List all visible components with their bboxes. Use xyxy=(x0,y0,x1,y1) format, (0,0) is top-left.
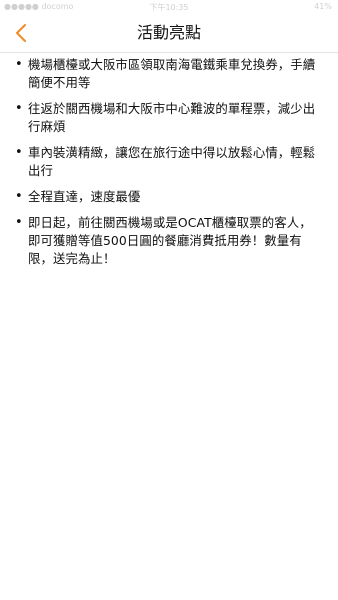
list-item: • 往返於關西機場和大阪市中心難波的單程票，減少出行麻煩 xyxy=(14,100,320,136)
status-bar: ●●●●● docomo 下午10:35 41% xyxy=(0,0,338,14)
list-item: • 即日起，前往關西機場或是OCAT櫃檯取票的客人，即可獲贈等值500日圓的餐廳… xyxy=(14,214,320,268)
list-item: • 機場櫃檯或大阪市區領取南海電鐵乘車兌換券，手續簡便不用等 xyxy=(14,56,320,92)
highlight-text: 即日起，前往關西機場或是OCAT櫃檯取票的客人，即可獲贈等值500日圓的餐廳消費… xyxy=(28,215,312,266)
highlight-text: 車內裝潢精緻，讓您在旅行途中得以放鬆心情，輕鬆出行 xyxy=(28,145,316,178)
list-item: • 車內裝潢精緻，讓您在旅行途中得以放鬆心情，輕鬆出行 xyxy=(14,144,320,180)
highlights-section: • 機場櫃檯或大阪市區領取南海電鐵乘車兌換券，手續簡便不用等 • 往返於關西機場… xyxy=(0,56,338,276)
highlights-list: • 機場櫃檯或大阪市區領取南海電鐵乘車兌換券，手續簡便不用等 • 往返於關西機場… xyxy=(0,56,338,268)
highlight-text: 往返於關西機場和大阪市中心難波的單程票，減少出行麻煩 xyxy=(28,101,316,134)
highlight-text: 機場櫃檯或大阪市區領取南海電鐵乘車兌換券，手續簡便不用等 xyxy=(28,57,316,90)
list-item: • 全程直達，速度最優 xyxy=(14,188,320,206)
bullet-dot: • xyxy=(15,189,23,204)
bullet-dot: • xyxy=(15,145,23,160)
page-title: 活動亮點 xyxy=(136,23,201,42)
clock: 下午10:35 xyxy=(149,3,189,12)
highlight-text: 全程直達，速度最優 xyxy=(28,189,141,204)
navigation-bar: 活動亮點 xyxy=(0,14,338,53)
battery-level: 41% xyxy=(314,2,332,11)
bullet-dot: • xyxy=(15,57,23,72)
bullet-dot: • xyxy=(15,215,23,230)
bullet-dot: • xyxy=(15,101,23,116)
